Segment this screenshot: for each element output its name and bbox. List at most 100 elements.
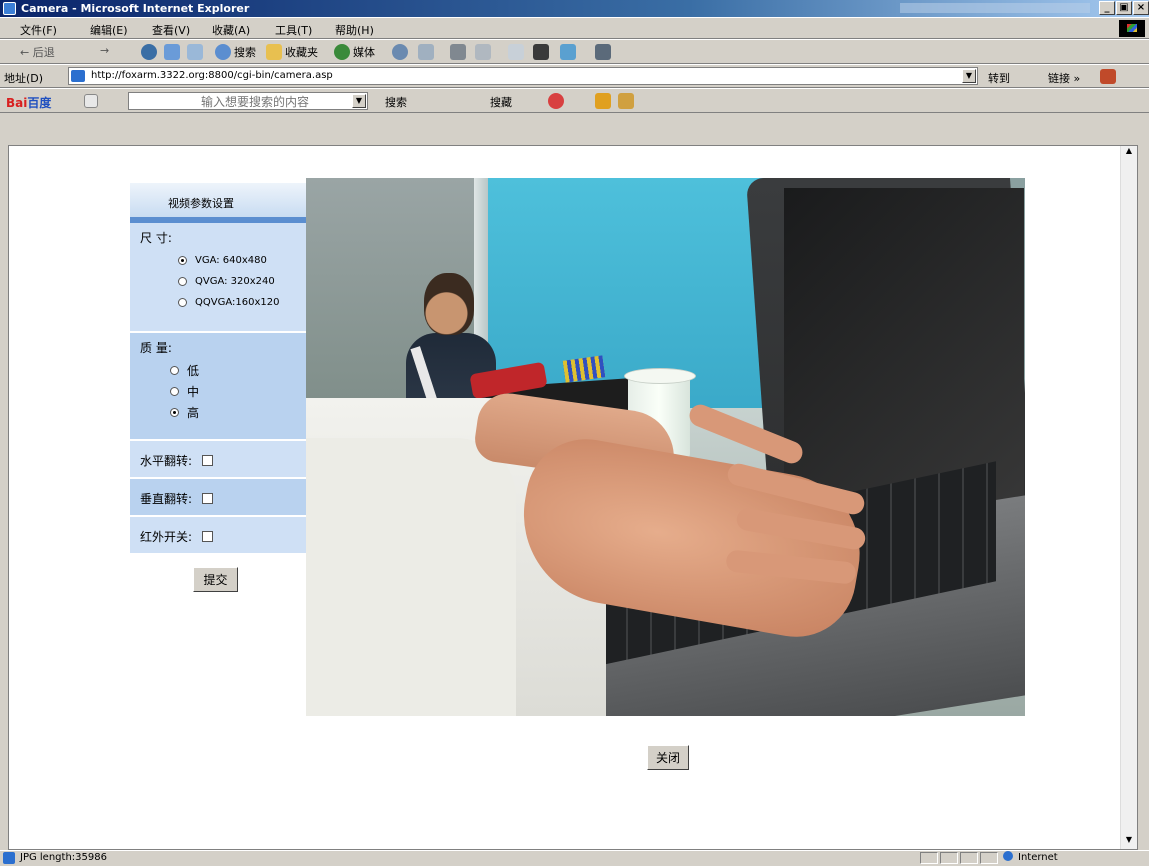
minimize-button[interactable]: _ bbox=[1099, 1, 1115, 15]
menu-view[interactable]: 查看(V) bbox=[152, 22, 190, 38]
print-icon[interactable] bbox=[450, 44, 466, 60]
radio-qvga[interactable] bbox=[178, 277, 187, 286]
status-pane bbox=[980, 852, 998, 864]
status-bar: JPG length:35986 Internet bbox=[0, 850, 1149, 866]
ir-section: 红外开关: bbox=[130, 517, 306, 555]
quality-option-mid[interactable]: 中 bbox=[170, 381, 296, 402]
edit-icon[interactable] bbox=[475, 44, 491, 60]
radio-high[interactable] bbox=[170, 408, 179, 417]
quality-option-high[interactable]: 高 bbox=[170, 402, 296, 423]
favorites-button[interactable]: 收藏夹 bbox=[285, 44, 318, 60]
go-button[interactable]: 转到 bbox=[988, 70, 1010, 86]
menu-favorites[interactable]: 收藏(A) bbox=[212, 22, 250, 38]
address-bar: 地址(D) http://foxarm.3322.org:8800/cgi-bi… bbox=[0, 64, 1149, 88]
stop-icon[interactable] bbox=[141, 44, 157, 60]
scroll-down-icon[interactable]: ▼ bbox=[1121, 835, 1137, 849]
toolbar-extension-icon[interactable] bbox=[1100, 69, 1116, 84]
status-pane bbox=[960, 852, 978, 864]
highlight-icon[interactable] bbox=[595, 93, 611, 109]
search-button[interactable]: 搜索 bbox=[234, 44, 256, 60]
address-dropdown-icon[interactable]: ▼ bbox=[962, 69, 976, 83]
baidu-extra-icon[interactable] bbox=[618, 93, 634, 109]
favorites-icon bbox=[266, 44, 282, 60]
maximize-button[interactable]: ▣ bbox=[1116, 1, 1132, 15]
video-settings-panel: 视频参数设置 尺 寸: VGA: 640x480 QVGA: 320x240 Q… bbox=[130, 183, 306, 555]
submit-button[interactable]: 提交 bbox=[193, 567, 238, 592]
home-icon[interactable] bbox=[187, 44, 203, 60]
size-option-vga[interactable]: VGA: 640x480 bbox=[178, 250, 296, 271]
discuss-icon[interactable] bbox=[508, 44, 524, 60]
vertical-scrollbar[interactable]: ▲ ▼ bbox=[1120, 146, 1137, 849]
vflip-checkbox[interactable] bbox=[202, 492, 214, 504]
address-input[interactable]: http://foxarm.3322.org:8800/cgi-bin/came… bbox=[68, 67, 978, 85]
titlebar-decoration bbox=[900, 3, 1090, 13]
links-button[interactable]: 链接 » bbox=[1048, 70, 1080, 86]
status-pane bbox=[940, 852, 958, 864]
window-title: Camera - Microsoft Internet Explorer bbox=[21, 2, 250, 15]
hflip-checkbox[interactable] bbox=[202, 454, 214, 466]
quality-mid-label: 中 bbox=[187, 385, 200, 399]
back-button[interactable]: ← 后退 bbox=[20, 44, 55, 60]
vflip-section: 垂直翻转: bbox=[130, 479, 306, 517]
page-icon bbox=[71, 70, 85, 82]
close-window-button[interactable]: × bbox=[1133, 1, 1149, 15]
menu-bar: 文件(F) 编辑(E) 查看(V) 收藏(A) 工具(T) 帮助(H) bbox=[0, 17, 1149, 39]
media-icon bbox=[334, 44, 350, 60]
quality-section: 质 量: 低 中 高 bbox=[130, 333, 306, 441]
media-button[interactable]: 媒体 bbox=[353, 44, 375, 60]
standard-toolbar: ← 后退 → 搜索 收藏夹 媒体 bbox=[0, 39, 1149, 64]
size-label: 尺 寸: bbox=[140, 231, 172, 245]
radio-mid[interactable] bbox=[170, 387, 179, 396]
baidu-search-button[interactable]: 搜索 bbox=[385, 94, 407, 110]
baidu-toolbar: Bai百度 ▼ 搜索 搜藏 bbox=[0, 88, 1149, 113]
size-option-qqvga[interactable]: QQVGA:160x120 bbox=[178, 292, 296, 313]
baidu-logo[interactable]: Bai百度 bbox=[6, 94, 51, 111]
mail-icon[interactable] bbox=[418, 44, 434, 60]
size-qqvga-label: QQVGA:160x120 bbox=[195, 297, 280, 308]
status-pane bbox=[920, 852, 938, 864]
window-titlebar: Camera - Microsoft Internet Explorer _ ▣… bbox=[0, 0, 1149, 17]
menu-edit[interactable]: 编辑(E) bbox=[90, 22, 128, 38]
baidu-smile-icon[interactable] bbox=[548, 93, 564, 109]
vflip-label: 垂直翻转: bbox=[140, 491, 193, 506]
forward-button[interactable]: → bbox=[100, 44, 109, 57]
messenger-icon[interactable] bbox=[533, 44, 549, 60]
baidu-search-box[interactable]: ▼ bbox=[128, 92, 403, 110]
close-page-button[interactable]: 关闭 bbox=[647, 745, 689, 770]
hflip-section: 水平翻转: bbox=[130, 441, 306, 479]
quality-high-label: 高 bbox=[187, 406, 200, 420]
search-dropdown-icon[interactable]: ▼ bbox=[352, 94, 366, 108]
menu-tools[interactable]: 工具(T) bbox=[275, 22, 312, 38]
camera-feed-image bbox=[306, 178, 1025, 716]
ir-checkbox[interactable] bbox=[202, 530, 214, 542]
quality-label: 质 量: bbox=[140, 341, 172, 355]
panel-header: 视频参数设置 bbox=[130, 183, 306, 223]
baidu-search-input[interactable] bbox=[199, 94, 403, 110]
security-zone: Internet bbox=[1003, 851, 1058, 865]
size-qvga-label: QVGA: 320x240 bbox=[195, 276, 275, 287]
address-label: 地址(D) bbox=[4, 72, 44, 85]
radio-qqvga[interactable] bbox=[178, 298, 187, 307]
windows-flag-icon bbox=[1119, 20, 1145, 37]
size-section: 尺 寸: VGA: 640x480 QVGA: 320x240 QQVGA:16… bbox=[130, 223, 306, 333]
menu-file[interactable]: 文件(F) bbox=[20, 22, 57, 38]
address-url[interactable]: http://foxarm.3322.org:8800/cgi-bin/came… bbox=[91, 70, 333, 81]
quality-option-low[interactable]: 低 bbox=[170, 360, 296, 381]
refresh-icon[interactable] bbox=[164, 44, 180, 60]
search-icon bbox=[215, 44, 231, 60]
menu-help[interactable]: 帮助(H) bbox=[335, 22, 374, 38]
radio-vga[interactable] bbox=[178, 256, 187, 265]
baidu-collect-button[interactable]: 搜藏 bbox=[490, 94, 512, 110]
panel-title: 视频参数设置 bbox=[168, 197, 234, 210]
qq-icon[interactable] bbox=[595, 44, 611, 60]
hflip-label: 水平翻转: bbox=[140, 453, 193, 468]
ie-app-icon bbox=[3, 2, 16, 15]
page-status-icon bbox=[3, 852, 15, 864]
radio-low[interactable] bbox=[170, 366, 179, 375]
history-icon[interactable] bbox=[392, 44, 408, 60]
scroll-up-icon[interactable]: ▲ bbox=[1121, 146, 1137, 160]
baidu-settings-icon[interactable] bbox=[84, 94, 98, 108]
size-vga-label: VGA: 640x480 bbox=[195, 255, 267, 266]
research-icon[interactable] bbox=[560, 44, 576, 60]
size-option-qvga[interactable]: QVGA: 320x240 bbox=[178, 271, 296, 292]
